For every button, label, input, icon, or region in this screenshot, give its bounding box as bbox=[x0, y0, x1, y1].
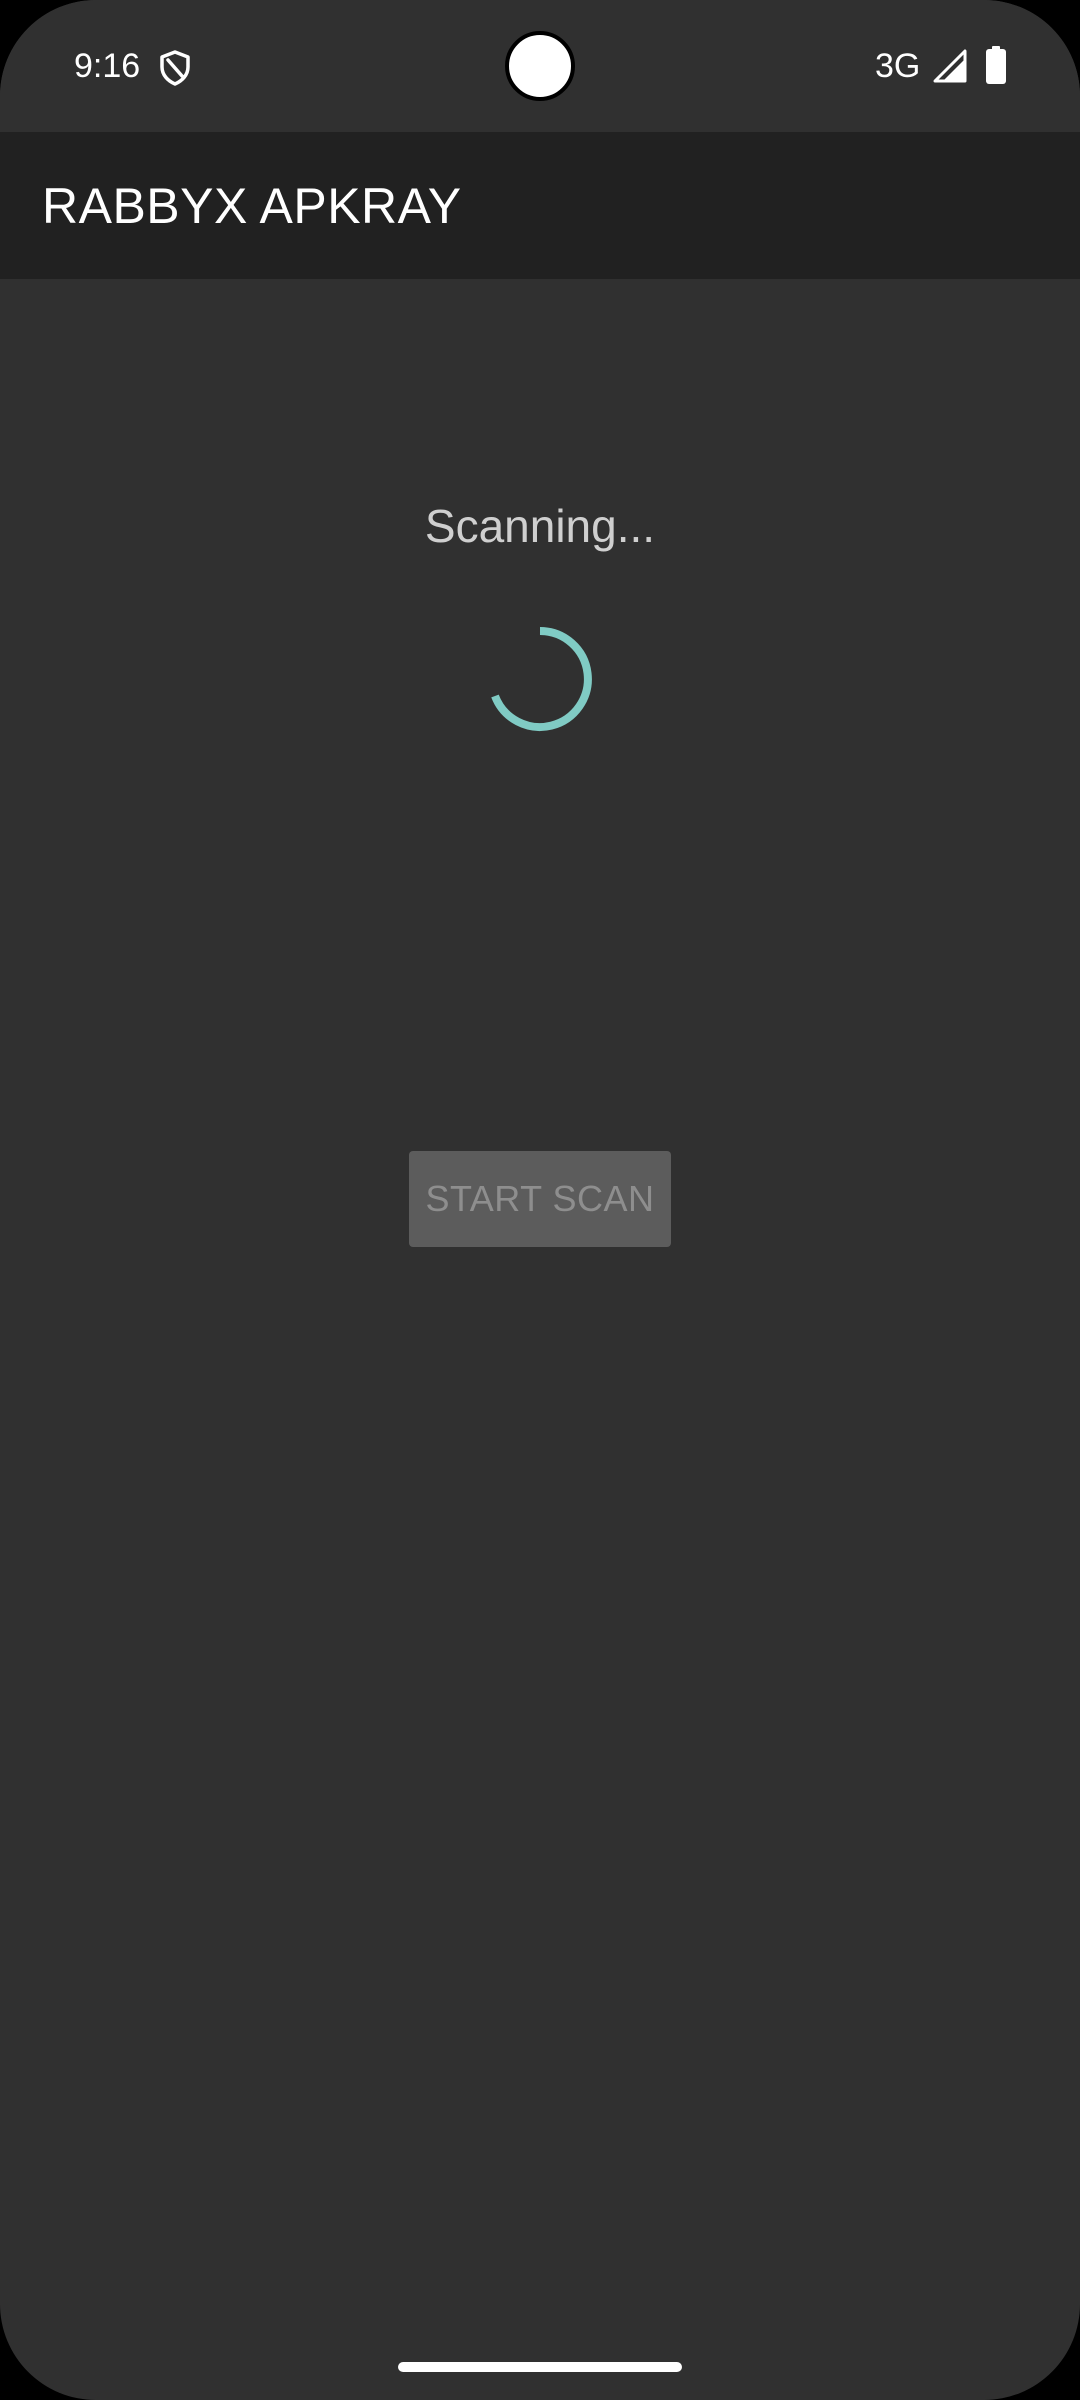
app-title: RABBYX APKRAY bbox=[42, 178, 462, 234]
battery-icon bbox=[986, 46, 1006, 84]
camera-cutout bbox=[505, 31, 575, 101]
start-scan-button[interactable]: START SCAN bbox=[409, 1151, 671, 1247]
status-time: 9:16 bbox=[74, 47, 141, 85]
status-bar: 9:16 3G bbox=[0, 0, 1080, 132]
phone-screen: 9:16 3G RABBYX APKRAY Scanning... START … bbox=[0, 0, 1080, 2400]
network-type-label: 3G bbox=[875, 47, 921, 85]
loading-spinner-icon bbox=[491, 627, 592, 731]
shield-icon bbox=[160, 50, 190, 86]
signal-icon bbox=[933, 49, 967, 83]
app-bar: RABBYX APKRAY bbox=[0, 132, 1080, 279]
gesture-nav-handle[interactable] bbox=[398, 2362, 682, 2372]
scan-status-text: Scanning... bbox=[424, 500, 656, 552]
